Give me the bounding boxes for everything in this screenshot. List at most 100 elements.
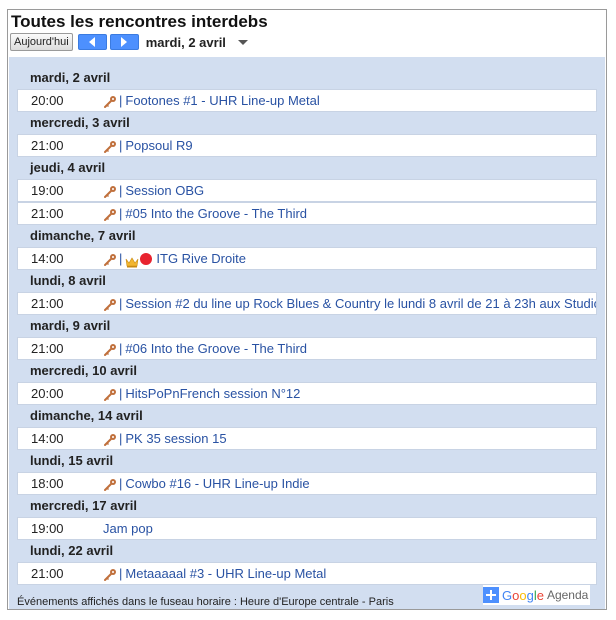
event-time: 18:00	[31, 476, 64, 491]
crown-icon	[125, 253, 139, 267]
key-icon	[103, 432, 117, 446]
arrow-right-icon	[121, 37, 128, 47]
event-time: 21:00	[31, 206, 64, 221]
event-row[interactable]: 19:00 | Session OBG	[17, 179, 597, 202]
google-logo: Google	[502, 588, 544, 603]
separator: |	[119, 296, 123, 311]
event-title-link[interactable]: Session OBG	[125, 180, 204, 201]
event-body: | HitsPoPnFrench session N°12	[103, 383, 300, 404]
day-header: jeudi, 4 avril	[30, 160, 106, 175]
event-row[interactable]: 21:00 | Popsoul R9	[17, 134, 597, 157]
toolbar: Aujourd'hui mardi, 2 avril	[10, 33, 248, 51]
event-title-link[interactable]: HitsPoPnFrench session N°12	[125, 383, 300, 404]
key-icon	[103, 139, 117, 153]
current-date-label: mardi, 2 avril	[145, 34, 226, 50]
separator: |	[119, 341, 123, 356]
timezone-note: Événements affichés dans le fuseau horai…	[17, 596, 394, 608]
day-header: mercredi, 10 avril	[30, 363, 137, 378]
event-title-link[interactable]: #06 Into the Groove - The Third	[125, 338, 307, 359]
agenda-list: mardi, 2 avril 20:00 | Footones #1 - UHR Li…	[17, 67, 597, 585]
separator: |	[119, 251, 123, 266]
key-icon	[103, 297, 117, 311]
event-time: 20:00	[31, 386, 64, 401]
separator: |	[119, 476, 123, 491]
event-body: | #06 Into the Groove - The Third	[103, 338, 307, 359]
key-icon	[103, 342, 117, 356]
event-row[interactable]: 14:00 | ITG Rive Droite	[17, 247, 597, 270]
event-body: | ITG Rive Droite	[103, 248, 246, 269]
separator: |	[119, 183, 123, 198]
arrow-left-icon	[89, 37, 96, 47]
event-time: 21:00	[31, 341, 64, 356]
day-header: mercredi, 3 avril	[30, 115, 130, 130]
red-circle-icon	[140, 252, 153, 265]
agenda-panel: mardi, 2 avril 20:00 | Footones #1 - UHR Li…	[9, 57, 605, 609]
event-time: 19:00	[31, 183, 64, 198]
event-title-link[interactable]: Metaaaaal #3 - UHR Line-up Metal	[125, 563, 326, 584]
event-time: 20:00	[31, 93, 64, 108]
event-body: | Metaaaaal #3 - UHR Line-up Metal	[103, 563, 326, 584]
event-title-link[interactable]: ITG Rive Droite	[156, 248, 246, 269]
calendar-widget: Toutes les rencontres interdebs Aujourd'…	[7, 9, 607, 610]
key-icon	[103, 387, 117, 401]
day-header: lundi, 8 avril	[30, 273, 106, 288]
separator: |	[119, 206, 123, 221]
google-agenda-badge[interactable]: Google Agenda	[483, 585, 591, 605]
key-icon	[103, 207, 117, 221]
event-row[interactable]: 21:00 | #05 Into the Groove - The Third	[17, 202, 597, 225]
google-logo-letter: o	[519, 587, 527, 603]
event-title-link[interactable]: #05 Into the Groove - The Third	[125, 203, 307, 224]
google-agenda-label: Agenda	[546, 588, 589, 602]
separator: |	[119, 386, 123, 401]
event-title-link[interactable]: Jam pop	[103, 518, 153, 539]
key-icon	[103, 477, 117, 491]
event-row[interactable]: 19:00 Jam pop	[17, 517, 597, 540]
event-title-link[interactable]: PK 35 session 15	[125, 428, 226, 449]
event-time: 14:00	[31, 431, 64, 446]
date-dropdown-icon[interactable]	[237, 39, 248, 45]
event-body: | Session OBG	[103, 180, 204, 201]
event-time: 14:00	[31, 251, 64, 266]
separator: |	[119, 138, 123, 153]
event-row[interactable]: 20:00 | Footones #1 - UHR Line-up Metal	[17, 89, 597, 112]
google-logo-letter: e	[536, 587, 544, 603]
event-row[interactable]: 21:00 | Session #2 du line up Rock Blues &…	[17, 292, 597, 315]
event-row[interactable]: 14:00 | PK 35 session 15	[17, 427, 597, 450]
day-header: lundi, 22 avril	[30, 543, 114, 558]
event-time: 19:00	[31, 521, 64, 536]
event-time: 21:00	[31, 296, 64, 311]
google-logo-letter: G	[502, 587, 513, 603]
day-header: dimanche, 7 avril	[30, 228, 136, 243]
separator: |	[119, 93, 123, 108]
key-icon	[103, 184, 117, 198]
key-icon	[103, 252, 117, 266]
event-row[interactable]: 21:00 | #06 Into the Groove - The Third	[17, 337, 597, 360]
event-title-link[interactable]: Footones #1 - UHR Line-up Metal	[125, 90, 319, 111]
day-header: dimanche, 14 avril	[30, 408, 143, 423]
plus-icon	[483, 587, 499, 603]
event-row[interactable]: 21:00 | Metaaaaal #3 - UHR Line-up Metal	[17, 562, 597, 585]
today-button[interactable]: Aujourd'hui	[10, 33, 73, 51]
event-row[interactable]: 20:00 | HitsPoPnFrench session N°12	[17, 382, 597, 405]
event-time: 21:00	[31, 138, 64, 153]
separator: |	[119, 431, 123, 446]
event-body: Jam pop	[103, 518, 153, 539]
event-title-link[interactable]: Popsoul R9	[125, 135, 192, 156]
next-button[interactable]	[109, 34, 139, 50]
event-body: | Session #2 du line up Rock Blues & Coun…	[103, 293, 596, 314]
key-icon	[103, 567, 117, 581]
day-header: mardi, 2 avril	[30, 70, 111, 85]
day-header: lundi, 15 avril	[30, 453, 114, 468]
event-time: 21:00	[31, 566, 64, 581]
event-body: | Footones #1 - UHR Line-up Metal	[103, 90, 320, 111]
google-logo-letter: g	[526, 587, 534, 603]
event-body: | PK 35 session 15	[103, 428, 227, 449]
event-body: | #05 Into the Groove - The Third	[103, 203, 307, 224]
event-title-link[interactable]: Cowbo #16 - UHR Line-up Indie	[125, 473, 309, 494]
day-header: mardi, 9 avril	[30, 318, 111, 333]
separator: |	[119, 566, 123, 581]
event-row[interactable]: 18:00 | Cowbo #16 - UHR Line-up Indie	[17, 472, 597, 495]
day-header: mercredi, 17 avril	[30, 498, 137, 513]
prev-button[interactable]	[77, 34, 107, 50]
event-title-link[interactable]: Session #2 du line up Rock Blues & Count…	[125, 293, 596, 314]
